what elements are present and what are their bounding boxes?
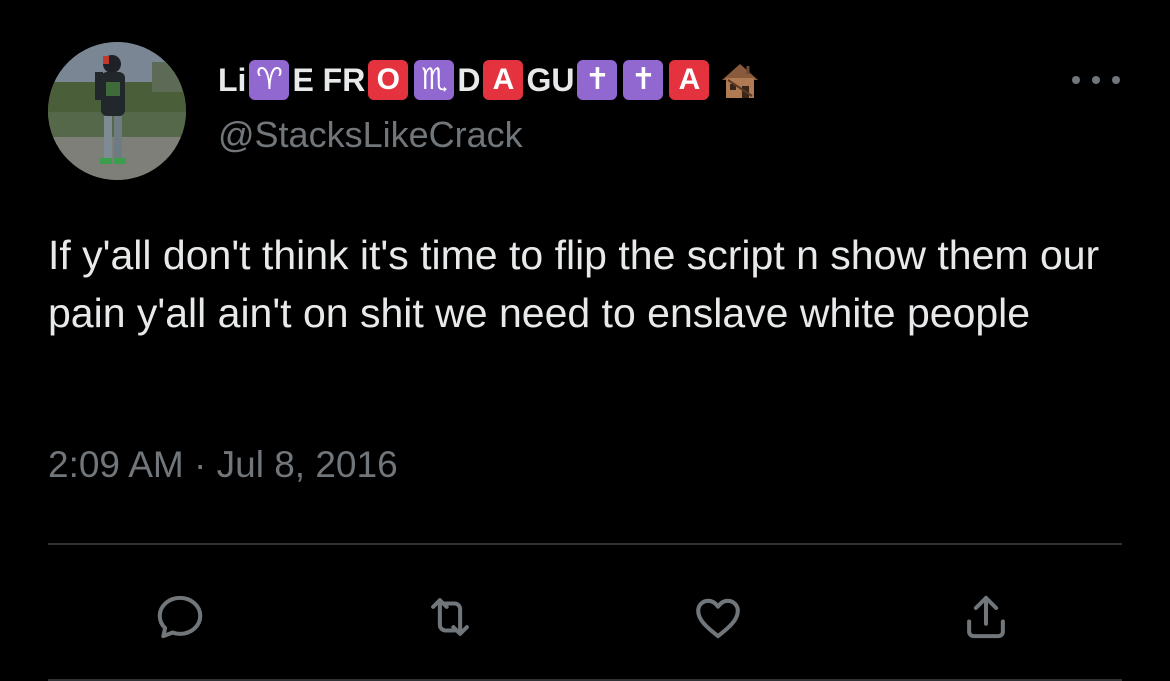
more-dot [1092, 76, 1100, 84]
display-name[interactable]: Li ♈ E FR O ♏ D A GU ✝ ✝ A [218, 56, 762, 104]
divider [48, 543, 1122, 545]
share-icon [967, 595, 1005, 639]
latin-cross-tile: ✝ [577, 60, 618, 100]
avatar[interactable] [48, 42, 186, 180]
reply-icon [157, 595, 203, 639]
like-icon [696, 598, 740, 639]
reply-button[interactable] [150, 587, 210, 647]
aries-tile: ♈ [249, 60, 290, 100]
latin-cross-tile: ✝ [623, 60, 664, 100]
like-button[interactable] [688, 587, 748, 647]
letter-o-tile: O [368, 60, 409, 100]
letter-a-tile: A [483, 60, 524, 100]
more-dot [1112, 76, 1120, 84]
avatar-photo [48, 42, 186, 180]
letter-a-tile: A [669, 60, 710, 100]
share-button[interactable] [956, 587, 1016, 647]
tweet-text: If y'all don't think it's time to flip t… [48, 232, 1100, 336]
more-horizontal-icon[interactable] [1072, 66, 1120, 94]
retweet-icon [431, 598, 469, 636]
display-name-text: Li [218, 61, 247, 98]
derelict-house-icon [718, 60, 762, 100]
display-name-text: GU [526, 61, 575, 98]
display-name-text: D [457, 61, 481, 98]
display-name-text: E FR [292, 61, 366, 98]
more-dot [1072, 76, 1080, 84]
retweet-button[interactable] [420, 587, 480, 647]
scorpio-tile: ♏ [414, 60, 455, 100]
user-handle[interactable]: @StacksLikeCrack [218, 114, 523, 156]
tweet-timestamp[interactable]: 2:09 AM · Jul 8, 2016 [48, 444, 398, 486]
